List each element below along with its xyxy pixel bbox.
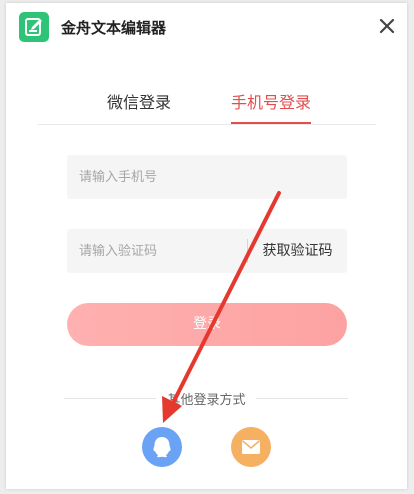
tab-phone-login[interactable]: 手机号登录 <box>231 88 312 124</box>
close-button[interactable] <box>376 15 398 37</box>
login-window: 金舟文本编辑器 微信登录 手机号登录 获取验证码 登录 其他登录方式 <box>6 3 407 489</box>
mail-icon <box>241 440 261 454</box>
qq-login-button[interactable] <box>142 427 182 467</box>
title-bar: 金舟文本编辑器 <box>6 3 407 49</box>
phone-field <box>67 155 347 199</box>
app-title: 金舟文本编辑器 <box>61 19 167 37</box>
tab-wechat-login[interactable]: 微信登录 <box>107 88 171 124</box>
code-field: 获取验证码 <box>67 229 347 273</box>
get-code-button[interactable]: 获取验证码 <box>248 229 347 273</box>
other-login-divider-right <box>256 398 348 399</box>
tab-wechat-label: 微信登录 <box>107 93 172 112</box>
login-button[interactable]: 登录 <box>67 303 347 346</box>
tab-phone-label: 手机号登录 <box>231 93 312 112</box>
tabs-divider <box>38 124 376 125</box>
qq-icon <box>153 437 171 458</box>
close-icon <box>379 18 395 34</box>
phone-input[interactable] <box>67 155 347 199</box>
edit-icon <box>25 18 42 36</box>
login-tabs: 微信登录 手机号登录 <box>38 88 376 125</box>
email-login-button[interactable] <box>231 427 271 467</box>
app-logo <box>19 12 49 42</box>
code-input[interactable] <box>67 229 245 273</box>
